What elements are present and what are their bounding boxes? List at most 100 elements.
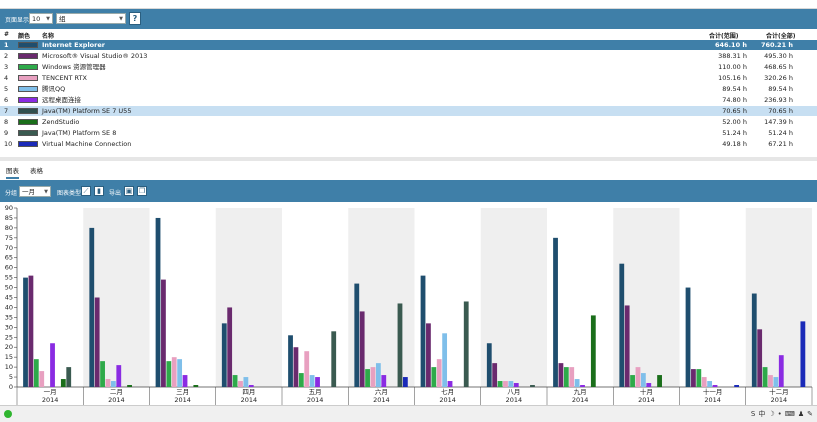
table-row[interactable]: 8 ZendStudio 52.00 h 147.39 h <box>0 117 817 127</box>
col-range[interactable]: 合计(范围) <box>709 31 739 40</box>
bar <box>486 343 492 387</box>
app-name: Virtual Machine Connection <box>42 140 132 148</box>
bar <box>171 357 177 387</box>
bar <box>155 217 161 387</box>
table-row[interactable]: 9 Java(TM) Platform SE 8 51.24 h 51.24 h <box>0 128 817 138</box>
x-year-label: 2014 <box>704 396 721 404</box>
row-index: 10 <box>4 140 13 148</box>
bar <box>375 363 381 387</box>
x-tick-label: 十月 <box>640 387 653 396</box>
bar <box>298 373 304 387</box>
bar <box>23 277 28 387</box>
chevron-down-icon: ▼ <box>119 16 123 22</box>
bar <box>116 365 122 387</box>
save-icon: ▣ <box>125 187 133 195</box>
bar-chart-button[interactable]: ▮ <box>94 186 104 196</box>
bar <box>492 363 498 387</box>
x-year-label: 2014 <box>572 396 589 404</box>
bar <box>431 367 437 387</box>
bar <box>66 367 72 387</box>
app-name: Microsoft® Visual Studio® 2013 <box>42 52 148 60</box>
range-total: 89.54 h <box>722 85 747 93</box>
x-tick-label: 十一月 <box>703 387 723 396</box>
range-total: 49.18 h <box>722 140 747 148</box>
tray-dot-icon: • <box>777 410 782 418</box>
bar <box>734 385 740 387</box>
tab-table[interactable]: 表格 <box>30 165 43 175</box>
bar <box>635 367 641 387</box>
help-button[interactable]: ? <box>129 12 141 25</box>
table-row[interactable]: 3 Windows 资源管理器 110.00 h 468.65 h <box>0 62 817 72</box>
export-label: 导出 <box>109 190 122 197</box>
color-swatch <box>18 119 38 125</box>
col-all[interactable]: 合计(全部) <box>766 31 796 40</box>
bar <box>60 379 66 387</box>
x-tick-label: 三月 <box>176 388 189 396</box>
group-label: 分组 <box>5 190 18 197</box>
table-row[interactable]: 2 Microsoft® Visual Studio® 2013 388.31 h 4… <box>0 51 817 61</box>
bar <box>624 305 630 387</box>
bar <box>248 385 254 387</box>
table-row[interactable]: 7 Java(TM) Platform SE 7 U55 70.65 h 70.65 … <box>0 106 817 116</box>
bar <box>503 381 508 387</box>
tab-chart[interactable]: 图表 <box>6 165 19 179</box>
bar <box>315 377 320 387</box>
bar <box>646 383 652 387</box>
export-image-button[interactable]: ▣ <box>124 186 134 196</box>
y-tick-label: 35 <box>5 313 13 321</box>
bar <box>569 367 575 387</box>
y-tick-label: 85 <box>5 214 13 222</box>
chart-type-label: 图表类型 <box>57 190 82 197</box>
line-chart-icon: ⟋ <box>83 187 89 195</box>
y-tick-label: 60 <box>5 264 13 272</box>
x-tick-label: 四月 <box>242 388 255 396</box>
line-chart-button[interactable]: ⟋ <box>81 186 91 196</box>
y-tick-label: 25 <box>5 333 13 341</box>
color-swatch <box>18 75 38 81</box>
tray-moon-icon: ☽ <box>768 410 775 418</box>
app-name: TENCENT RTX <box>42 74 87 82</box>
range-total: 52.00 h <box>722 118 747 126</box>
table-row[interactable]: 10 Virtual Machine Connection 49.18 h 67.21… <box>0 139 817 149</box>
x-year-label: 2014 <box>771 396 788 404</box>
bar <box>182 375 188 387</box>
col-idx: # <box>4 31 10 38</box>
table-row[interactable]: 1 Internet Explorer 646.10 h 760.21 h <box>0 40 817 50</box>
group-select[interactable]: 组 ▼ <box>56 13 126 24</box>
export-copy-button[interactable]: ❐ <box>137 186 147 196</box>
bar <box>640 373 646 387</box>
x-year-label: 2014 <box>638 396 655 404</box>
x-tick-label: 五月 <box>309 388 322 396</box>
bar <box>442 333 448 387</box>
bar <box>800 321 806 387</box>
display-toolbar: 页面显示 10 ▼ 组 ▼ ? <box>0 9 817 29</box>
bar <box>370 367 376 387</box>
x-year-label: 2014 <box>506 396 523 404</box>
bar <box>751 293 757 387</box>
chevron-down-icon: ▼ <box>46 16 50 22</box>
y-tick-label: 80 <box>5 224 13 232</box>
range-total: 110.00 h <box>718 63 747 71</box>
bar <box>110 381 116 387</box>
table-row[interactable]: 4 TENCENT RTX 105.16 h 320.26 h <box>0 73 817 83</box>
app-name: 远程桌面连接 <box>42 96 81 104</box>
display-label: 页面显示 <box>5 17 30 24</box>
range-total: 74.80 h <box>722 96 747 104</box>
count-select[interactable]: 10 ▼ <box>29 13 53 24</box>
tray-user-icon: ♟ <box>797 410 805 418</box>
bar <box>28 275 34 387</box>
bar <box>574 379 580 387</box>
y-tick-label: 15 <box>5 353 13 361</box>
view-tabs: 图表 表格 <box>0 162 817 179</box>
bar <box>426 323 431 387</box>
bar <box>657 375 662 387</box>
table-row[interactable]: 5 腾讯QQ 89.54 h 89.54 h <box>0 84 817 94</box>
y-tick-label: 5 <box>9 373 13 381</box>
bar <box>232 375 238 387</box>
group-by-select[interactable]: 一月 ▼ <box>19 186 51 197</box>
bar <box>701 377 707 387</box>
row-index: 4 <box>4 74 9 82</box>
color-swatch <box>18 53 38 59</box>
table-row[interactable]: 6 远程桌面连接 74.80 h 236.93 h <box>0 95 817 105</box>
bar <box>463 301 469 387</box>
